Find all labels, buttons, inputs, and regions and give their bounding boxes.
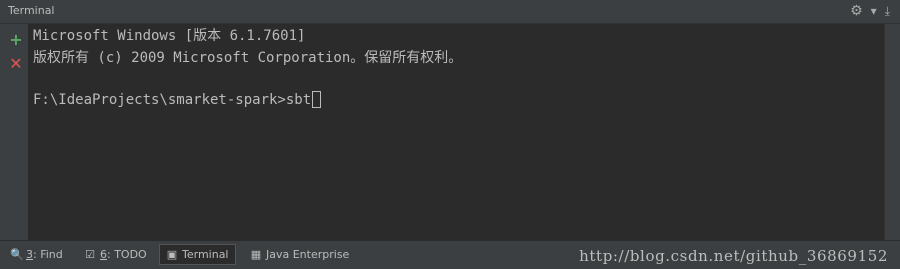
chevron-down-icon[interactable]: ▾ [871,3,877,19]
hide-panel-icon[interactable]: ⤓ [885,3,890,19]
java-enterprise-icon: ▦ [250,248,262,261]
tab-find[interactable]: 🔍 3: Find [4,244,69,265]
tool-window-bar: 🔍 3: Find ☑ 6: TODO ▣ Terminal ▦ Java En… [0,240,900,269]
tab-key: 3 [26,248,33,261]
header-actions: ⚙ ▾ ⤓ [850,3,890,19]
terminal-toolbar: + ✕ [0,24,28,240]
terminal-icon: ▣ [166,248,178,261]
tab-java-enterprise[interactable]: ▦ Java Enterprise [244,244,355,265]
tab-terminal[interactable]: ▣ Terminal [159,244,236,265]
terminal-line: Microsoft Windows [版本 6.1.7601] [33,28,306,44]
close-icon[interactable]: ✕ [8,56,24,72]
vertical-scrollbar[interactable] [884,24,900,240]
text-cursor [312,91,322,108]
tab-todo[interactable]: ☑ 6: TODO [78,244,153,265]
tab-key: 6 [100,248,107,261]
todo-icon: ☑ [85,248,95,261]
terminal-command[interactable]: sbt [286,92,311,108]
terminal-line: 版权所有 (c) 2009 Microsoft Corporation。保留所有… [33,50,463,66]
plus-icon[interactable]: + [8,32,24,48]
tab-label: Terminal [182,248,229,261]
terminal-output[interactable]: Microsoft Windows [版本 6.1.7601] 版权所有 (c)… [28,24,884,240]
terminal-title: Terminal [8,4,55,17]
terminal-prompt: F:\IdeaProjects\smarket-spark> [33,92,286,108]
tab-label: : Find [33,248,63,261]
watermark-text: http://blog.csdn.net/github_36869152 [579,247,888,265]
search-icon: 🔍 [10,248,24,261]
terminal-header: Terminal ⚙ ▾ ⤓ [0,0,900,24]
tab-label: Java Enterprise [266,248,350,261]
terminal-prompt-line[interactable]: F:\IdeaProjects\smarket-spark>sbt [33,91,322,109]
tab-label: : TODO [107,248,147,261]
gear-icon[interactable]: ⚙ [850,3,863,19]
